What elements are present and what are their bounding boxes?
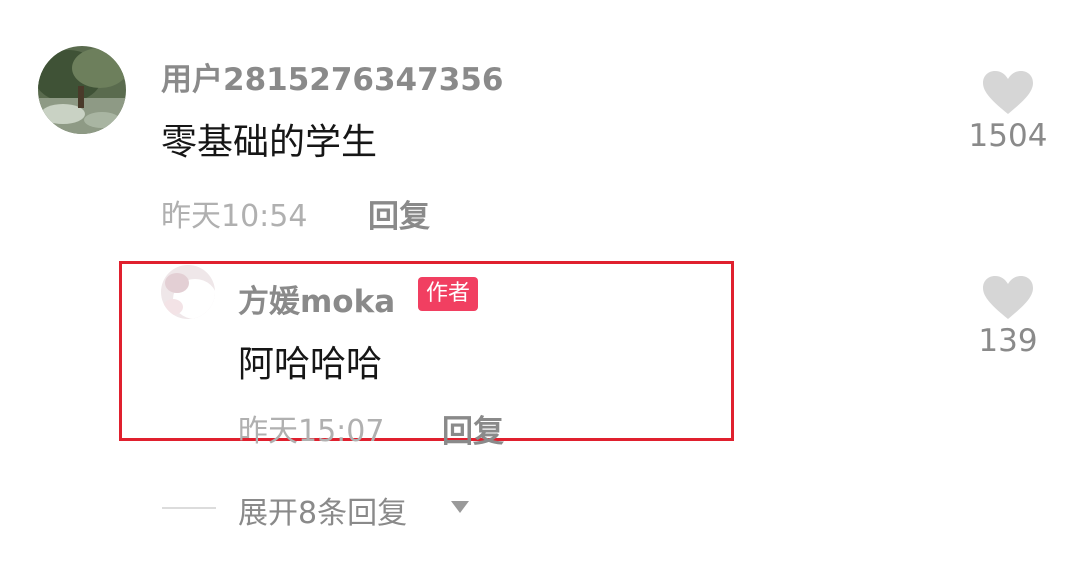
caret-down-icon[interactable] [450,500,470,514]
comment-username[interactable]: 用户2815276347356 [161,54,503,99]
like-count: 1504 [968,118,1048,154]
comment-content: 零基础的学生 [161,122,378,163]
avatar[interactable] [161,265,215,319]
avatar[interactable] [38,46,126,134]
comment-time: 昨天10:54 [161,199,308,234]
heart-icon [983,276,1033,319]
expand-replies-button[interactable]: 展开8条回复 [238,488,407,532]
comment-content: 阿哈哈哈 [238,344,383,385]
avatar-image [161,265,215,319]
like-count: 139 [978,323,1038,359]
reply-button[interactable]: 回复 [442,406,504,451]
comment-username[interactable]: 方媛moka [238,276,395,321]
like-button[interactable]: 1504 [960,70,1056,154]
avatar-image [38,46,126,134]
comment-section: 用户2815276347356 零基础的学生 昨天10:54 回复 1504 方… [0,0,1074,562]
heart-icon [983,71,1033,114]
like-button[interactable]: 139 [960,275,1056,359]
reply-button[interactable]: 回复 [368,191,430,236]
author-badge: 作者 [418,277,479,311]
comment-time: 昨天15:07 [238,414,385,449]
divider [162,507,216,509]
